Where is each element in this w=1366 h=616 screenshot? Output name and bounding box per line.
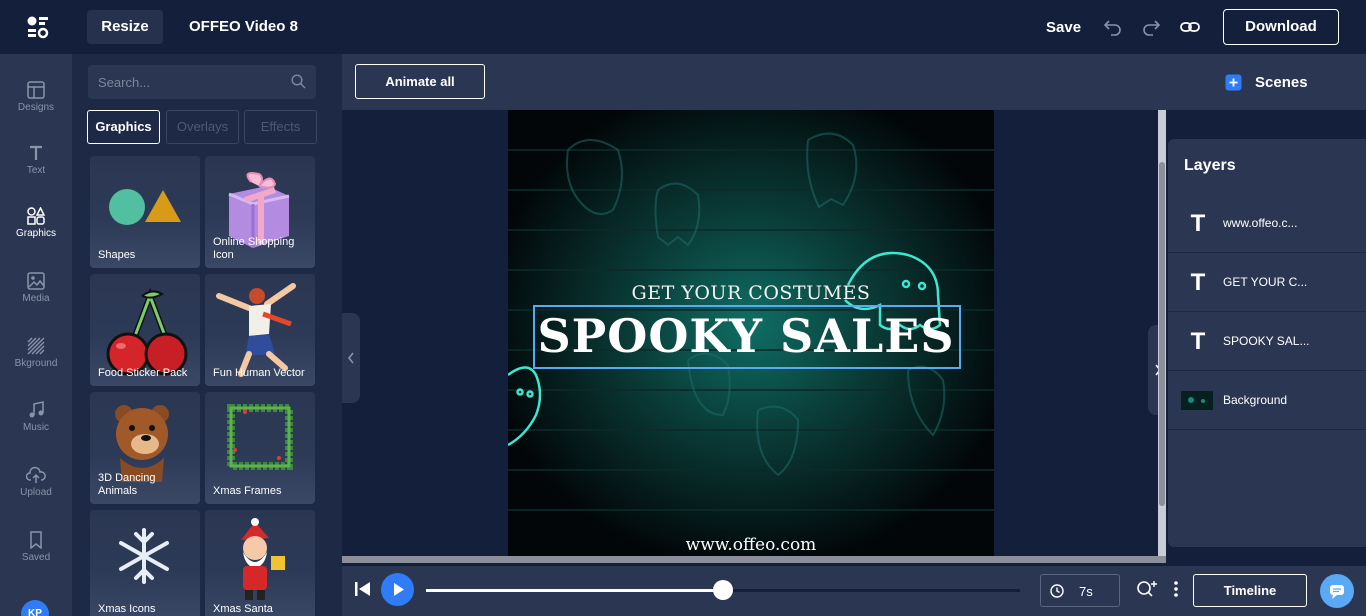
layer-label: SPOOKY SAL... [1223, 334, 1310, 348]
rail-label: Saved [21, 552, 51, 563]
rail-item-saved[interactable]: Saved [0, 531, 72, 591]
collapse-left-panel-button[interactable] [342, 313, 360, 403]
graphic-card-xmas-santa[interactable]: Xmas Santa [205, 510, 315, 616]
canvas-toolbar: Animate all [342, 54, 1166, 110]
card-label: Food Sticker Pack [98, 367, 188, 379]
snowflake-thumbnail [119, 528, 169, 584]
cloud-upload-icon [26, 466, 46, 483]
background-thumbnail [1181, 391, 1213, 410]
duration-field[interactable]: 7s [1040, 574, 1120, 607]
layer-row-background[interactable]: Background [1168, 371, 1366, 430]
layer-row-subtitle[interactable]: T GET YOUR C... [1168, 253, 1366, 312]
rail-item-text[interactable]: Text [0, 144, 72, 204]
card-label: Fun Human Vector [213, 367, 305, 379]
card-label: Xmas Santa [213, 603, 273, 615]
rail-item-designs[interactable]: Designs [0, 81, 72, 141]
card-label: Xmas Icons [98, 603, 156, 615]
rail-label: Upload [20, 487, 52, 498]
bookmark-icon [30, 531, 42, 549]
shapes-icon [27, 207, 45, 225]
playhead-knob[interactable] [713, 580, 733, 600]
more-options-icon[interactable] [1172, 580, 1180, 598]
search-input[interactable] [98, 65, 288, 99]
music-icon [29, 401, 44, 418]
text-layer-icon: T [1190, 269, 1206, 296]
horizontal-scrollbar[interactable] [342, 556, 1166, 563]
chat-support-button[interactable] [1320, 574, 1354, 608]
search-icon[interactable] [291, 74, 306, 89]
top-bar: Resize OFFEO Video 8 Save Download [0, 0, 1366, 54]
rail-label: Media [22, 293, 50, 304]
graphic-card-fun-human-vector[interactable]: Fun Human Vector [205, 274, 315, 386]
rail-item-background[interactable]: Bkground [0, 337, 72, 397]
graphic-card-online-shopping-icon[interactable]: Online Shopping Icon [205, 156, 315, 268]
card-label: Xmas Frames [213, 485, 282, 497]
graphic-card-food-sticker-pack[interactable]: Food Sticker Pack [90, 274, 200, 386]
chevron-left-icon [347, 352, 354, 364]
santa-thumbnail [241, 518, 285, 600]
graphic-card-3d-dancing-animals[interactable]: 3D Dancing Animals [90, 392, 200, 504]
skip-to-start-icon[interactable] [354, 581, 372, 597]
graphic-card-xmas-frames[interactable]: Xmas Frames [205, 392, 315, 504]
chat-icon [1330, 585, 1344, 599]
scenes-header[interactable]: Scenes [1166, 54, 1366, 110]
card-label: Online Shopping Icon [213, 236, 295, 261]
play-button[interactable] [381, 573, 414, 606]
resize-button[interactable]: Resize [87, 10, 163, 44]
rail-label: Bkground [14, 358, 58, 369]
layer-row-headline[interactable]: T SPOOKY SAL... [1168, 312, 1366, 371]
tab-graphics[interactable]: Graphics [87, 110, 160, 144]
rail-label: Designs [17, 102, 55, 113]
layer-row-url[interactable]: T www.offeo.c... [1168, 194, 1366, 253]
download-button[interactable]: Download [1223, 9, 1339, 45]
clock-icon [1050, 584, 1064, 598]
image-icon [27, 272, 45, 290]
add-scene-icon[interactable] [1225, 74, 1242, 91]
rail-item-graphics[interactable]: Graphics [0, 207, 72, 267]
tab-overlays[interactable]: Overlays [166, 110, 239, 144]
vertical-scrollbar[interactable] [1158, 110, 1166, 562]
layer-label: Background [1223, 393, 1288, 407]
scenes-label: Scenes [1255, 74, 1308, 91]
layout-icon [27, 81, 45, 99]
save-button[interactable]: Save [1046, 19, 1081, 36]
layers-title: Layers [1184, 157, 1236, 174]
graphics-panel: Graphics Overlays Effects Shapes Online … [72, 54, 342, 616]
pattern-icon [27, 337, 45, 355]
graphic-card-xmas-icons[interactable]: Xmas Icons [90, 510, 200, 616]
rail-label: Text [26, 165, 46, 176]
project-title[interactable]: OFFEO Video 8 [189, 18, 298, 35]
rail-label: Music [22, 422, 50, 433]
layers-panel: Layers T www.offeo.c... T GET YOUR C... … [1168, 139, 1366, 547]
rail-item-upload[interactable]: Upload [0, 466, 72, 526]
text-icon [30, 145, 42, 160]
rail-label: Graphics [15, 228, 56, 239]
card-label: Shapes [98, 249, 136, 261]
layer-label: www.offeo.c... [1223, 216, 1298, 230]
offeo-logo-icon[interactable] [26, 15, 50, 39]
tab-effects[interactable]: Effects [244, 110, 317, 144]
layer-label: GET YOUR C... [1223, 275, 1308, 289]
rail-item-media[interactable]: Media [0, 272, 72, 332]
duration-value: 7s [1079, 584, 1093, 599]
scrollbar-thumb[interactable] [1159, 162, 1165, 506]
canvas-text-headline[interactable]: SPOOKY SALES [508, 309, 984, 363]
text-layer-icon: T [1190, 210, 1206, 237]
canvas-text-url[interactable]: www.offeo.com [508, 535, 994, 555]
playback-progress-fill [426, 589, 723, 592]
animate-all-button[interactable]: Animate all [355, 64, 485, 99]
text-layer-icon: T [1190, 328, 1206, 355]
search-box [88, 65, 316, 99]
graphic-card-shapes[interactable]: Shapes [90, 156, 200, 268]
share-link-icon[interactable] [1179, 16, 1201, 38]
redo-icon[interactable] [1140, 16, 1162, 38]
card-label: 3D Dancing Animals [98, 472, 156, 497]
timeline-button[interactable]: Timeline [1193, 574, 1307, 607]
canvas-text-subtitle[interactable]: GET YOUR COSTUMES [508, 282, 994, 304]
rail-item-music[interactable]: Music [0, 401, 72, 461]
zoom-icon[interactable] [1136, 579, 1158, 599]
play-icon [394, 583, 404, 596]
undo-icon[interactable] [1102, 16, 1124, 38]
left-icon-rail: Designs Text Graphics Media Bkground Mus… [0, 54, 72, 616]
